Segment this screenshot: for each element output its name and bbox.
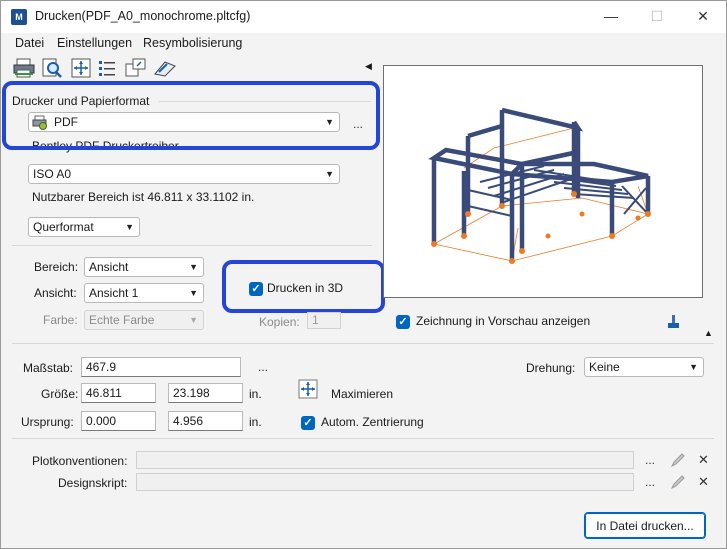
- bereich-value: Ansicht: [89, 260, 129, 274]
- drehung-value: Keine: [589, 360, 620, 374]
- orientation-value: Querformat: [33, 220, 94, 234]
- auto-center-label: Autom. Zentrierung: [321, 415, 424, 429]
- chevron-down-icon: ▼: [189, 262, 198, 272]
- title-bar: M Drucken(PDF_A0_monochrome.pltcfg) — ☐ …: [1, 1, 726, 33]
- clear-icon[interactable]: ✕: [698, 474, 709, 490]
- groesse-height-input[interactable]: 23.198: [168, 383, 243, 403]
- groesse-label: Größe:: [41, 387, 79, 401]
- fit-icon[interactable]: [71, 58, 91, 78]
- massstab-input[interactable]: 467.9: [81, 357, 241, 377]
- menu-einstellungen[interactable]: Einstellungen: [57, 36, 132, 50]
- chevron-down-icon: ▼: [125, 222, 134, 232]
- print-to-file-button[interactable]: In Datei drucken...: [584, 512, 706, 539]
- print-dialog: M Drucken(PDF_A0_monochrome.pltcfg) — ☐ …: [0, 0, 727, 549]
- maximize-button[interactable]: ☐: [634, 1, 680, 33]
- structure-preview-drawing: [428, 107, 651, 264]
- print-icon[interactable]: [13, 58, 35, 78]
- clear-icon[interactable]: ✕: [698, 452, 709, 468]
- maximize-label[interactable]: Maximieren: [331, 387, 393, 401]
- print-preview-icon[interactable]: [41, 58, 62, 78]
- brush-icon[interactable]: [666, 314, 682, 330]
- chevron-down-icon: ▼: [325, 169, 334, 179]
- bereich-label: Bereich:: [34, 260, 79, 274]
- printer-highlight-box: [2, 81, 380, 150]
- collapse-up-icon[interactable]: ▲: [704, 328, 713, 338]
- maximize-fit-icon[interactable]: [298, 379, 318, 399]
- ursprung-label: Ursprung:: [21, 415, 74, 429]
- groesse-width-input[interactable]: 46.811: [81, 383, 156, 403]
- section-divider: [12, 343, 714, 344]
- massstab-label: Maßstab:: [23, 361, 74, 375]
- page-setup-icon[interactable]: [125, 58, 146, 78]
- ursprung-x-input[interactable]: 0.000: [81, 411, 156, 431]
- menu-resymbolisierung[interactable]: Resymbolisierung: [143, 36, 242, 50]
- auto-center-checkbox[interactable]: ✓: [301, 416, 315, 430]
- ansicht-value: Ansicht 1: [89, 286, 139, 300]
- chevron-down-icon: ▼: [189, 315, 198, 325]
- section-divider: [12, 438, 714, 439]
- drehung-label: Drehung:: [526, 361, 576, 375]
- kopien-label: Kopien:: [259, 315, 300, 329]
- farbe-value: Echte Farbe: [89, 313, 155, 327]
- app-icon: M: [11, 9, 27, 25]
- bereich-select[interactable]: Ansicht ▼: [84, 257, 204, 277]
- design-script-input[interactable]: [136, 473, 634, 491]
- groesse-unit: in.: [249, 387, 262, 401]
- paper-size-value: ISO A0: [33, 167, 72, 181]
- chevron-down-icon: ▼: [189, 288, 198, 298]
- settings-icon[interactable]: [153, 58, 176, 78]
- orientation-select[interactable]: Querformat ▼: [28, 217, 140, 237]
- edit-pencil-icon[interactable]: [670, 452, 686, 468]
- plot-conventions-input[interactable]: [136, 451, 634, 469]
- plot-conventions-label: Plotkonventionen:: [32, 454, 128, 468]
- ursprung-y-input[interactable]: 4.956: [168, 411, 243, 431]
- minimize-button[interactable]: —: [588, 1, 634, 33]
- window-title: Drucken(PDF_A0_monochrome.pltcfg): [35, 9, 251, 23]
- kopien-input[interactable]: 1: [307, 312, 341, 329]
- paper-size-select[interactable]: ISO A0 ▼: [28, 164, 340, 184]
- menu-datei[interactable]: Datei: [15, 36, 44, 50]
- ursprung-unit: in.: [249, 415, 262, 429]
- ansicht-label: Ansicht:: [34, 286, 77, 300]
- farbe-label: Farbe:: [43, 313, 78, 327]
- show-in-preview-checkbox[interactable]: ✓: [396, 315, 410, 329]
- edit-pencil-icon[interactable]: [670, 474, 686, 490]
- design-script-label: Designskript:: [58, 476, 128, 490]
- collapse-left-icon[interactable]: ◀: [365, 61, 372, 72]
- ansicht-select[interactable]: Ansicht 1 ▼: [84, 283, 204, 303]
- design-script-more-button[interactable]: ...: [645, 475, 655, 489]
- chevron-down-icon: ▼: [689, 362, 698, 372]
- massstab-more-button[interactable]: ...: [258, 360, 268, 374]
- farbe-select[interactable]: Echte Farbe ▼: [84, 310, 204, 330]
- close-button[interactable]: ✕: [680, 1, 726, 33]
- print-preview-area: [383, 65, 703, 298]
- menu-bar: Datei Einstellungen Resymbolisierung: [1, 33, 726, 53]
- plot-conventions-more-button[interactable]: ...: [645, 453, 655, 467]
- list-icon[interactable]: [97, 58, 117, 78]
- drehung-select[interactable]: Keine ▼: [584, 357, 704, 377]
- print-3d-highlight-box: [222, 260, 385, 313]
- show-in-preview-label: Zeichnung in Vorschau anzeigen: [416, 314, 591, 328]
- usable-area-text: Nutzbarer Bereich ist 46.811 x 33.1102 i…: [32, 190, 255, 204]
- section-divider: [12, 245, 372, 246]
